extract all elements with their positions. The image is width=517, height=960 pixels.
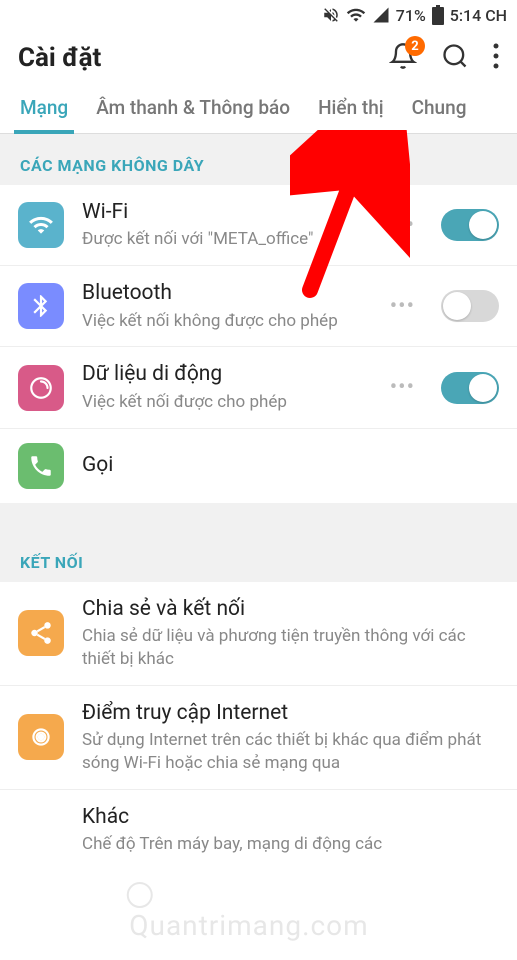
section-divider (0, 503, 517, 531)
phone-icon (18, 443, 64, 489)
tab-sound[interactable]: Âm thanh & Thông báo (82, 84, 304, 133)
mute-icon (322, 6, 340, 24)
item-mobile-data[interactable]: Dữ liệu di động Việc kết nối được cho ph… (0, 346, 517, 427)
battery-icon (432, 5, 444, 25)
status-bar: 71% 5:14 CH (0, 0, 517, 30)
watermark: Quantrimang.com (129, 876, 388, 942)
item-title: Bluetooth (82, 280, 364, 307)
search-button[interactable] (441, 42, 469, 74)
app-header: Cài đặt 2 (0, 30, 517, 84)
mobile-data-toggle[interactable] (441, 372, 499, 404)
item-title: Khác (82, 804, 499, 831)
item-sub: Việc kết nối được cho phép (82, 391, 364, 414)
item-other[interactable]: Khác Chế độ Trên máy bay, mạng di động c… (0, 789, 517, 870)
item-text: Gọi (82, 452, 499, 479)
tab-general[interactable]: Chung (398, 84, 481, 133)
item-share[interactable]: Chia sẻ và kết nối Chia sẻ dữ liệu và ph… (0, 582, 517, 685)
tab-display[interactable]: Hiển thị (304, 84, 398, 133)
bluetooth-icon (18, 283, 64, 329)
item-text: Chia sẻ và kết nối Chia sẻ dữ liệu và ph… (82, 596, 499, 671)
item-text: Điểm truy cập Internet Sử dụng Internet … (82, 700, 499, 775)
bluetooth-toggle[interactable] (441, 290, 499, 322)
tab-label: Chung (412, 96, 467, 119)
tab-network[interactable]: Mạng (6, 84, 82, 133)
battery-text: 71% (396, 6, 426, 25)
item-sub: Được kết nối với "META_office" (82, 228, 364, 251)
item-sub: Chia sẻ dữ liệu và phương tiện truyền th… (82, 625, 499, 671)
item-text: Dữ liệu di động Việc kết nối được cho ph… (82, 361, 364, 413)
more-icon[interactable]: ••• (382, 375, 423, 400)
item-call[interactable]: Gọi (0, 428, 517, 503)
item-hotspot[interactable]: Điểm truy cập Internet Sử dụng Internet … (0, 685, 517, 789)
watermark-text: Quantrimang.com (129, 909, 368, 942)
mobile-data-icon (18, 365, 64, 411)
more-icon[interactable]: ••• (382, 213, 423, 238)
item-text: Bluetooth Việc kết nối không được cho ph… (82, 280, 364, 332)
notifications-button[interactable]: 2 (389, 42, 417, 74)
item-title: Wi-Fi (82, 199, 364, 226)
wifi-toggle[interactable] (441, 209, 499, 241)
section-header-wireless: CÁC MẠNG KHÔNG DÂY (0, 134, 517, 185)
item-text: Wi-Fi Được kết nối với "META_office" (82, 199, 364, 251)
item-title: Chia sẻ và kết nối (82, 596, 499, 623)
wifi-icon (18, 202, 64, 248)
more-vert-icon (493, 43, 499, 69)
wireless-list: Wi-Fi Được kết nối với "META_office" •••… (0, 185, 517, 503)
overflow-button[interactable] (493, 43, 499, 73)
connect-list: Chia sẻ và kết nối Chia sẻ dữ liệu và ph… (0, 582, 517, 871)
item-sub: Sử dụng Internet trên các thiết bị khác … (82, 729, 499, 775)
item-bluetooth[interactable]: Bluetooth Việc kết nối không được cho ph… (0, 265, 517, 346)
item-text: Khác Chế độ Trên máy bay, mạng di động c… (82, 804, 499, 856)
item-sub: Chế độ Trên máy bay, mạng di động các (82, 833, 499, 856)
more-icon[interactable]: ••• (382, 294, 423, 319)
share-icon (18, 610, 64, 656)
clock-text: 5:14 CH (450, 6, 507, 25)
hotspot-icon (18, 714, 64, 760)
item-title: Điểm truy cập Internet (82, 700, 499, 727)
signal-icon (372, 6, 390, 24)
search-icon (441, 42, 469, 70)
tabs-bar: Mạng Âm thanh & Thông báo Hiển thị Chung (0, 84, 517, 134)
item-wifi[interactable]: Wi-Fi Được kết nối với "META_office" ••• (0, 185, 517, 265)
wifi-icon (346, 5, 366, 25)
page-title: Cài đặt (18, 43, 101, 73)
tab-label: Âm thanh & Thông báo (96, 96, 290, 119)
item-title: Gọi (82, 452, 499, 479)
item-sub: Việc kết nối không được cho phép (82, 310, 364, 333)
item-title: Dữ liệu di động (82, 361, 364, 388)
notification-badge: 2 (405, 36, 425, 56)
tab-label: Mạng (20, 96, 68, 119)
header-actions: 2 (389, 42, 499, 74)
tab-label: Hiển thị (318, 96, 384, 119)
section-header-connect: KẾT NỐI (0, 531, 517, 582)
